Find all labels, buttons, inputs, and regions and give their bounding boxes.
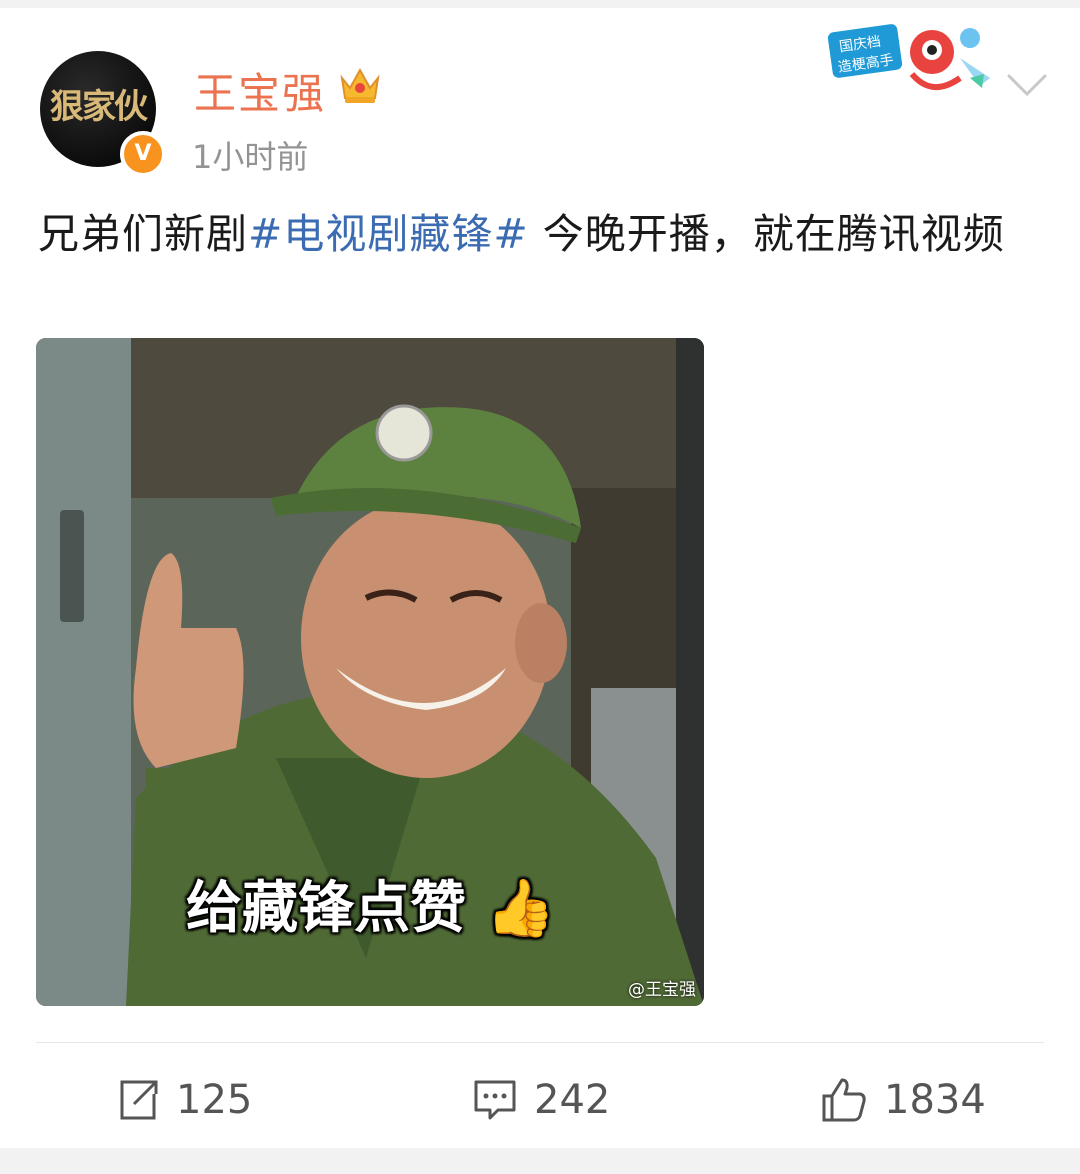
- post-text-lead: 兄弟们新剧: [38, 210, 248, 258]
- national-day-badge-icon: 国庆档 造梗高手: [827, 24, 990, 90]
- avatar[interactable]: 狠家伙 V: [40, 51, 166, 177]
- author-name[interactable]: 王宝强: [194, 60, 326, 121]
- verified-badge-icon: V: [120, 131, 166, 177]
- repost-button[interactable]: 125: [116, 1070, 252, 1130]
- chevron-down-icon[interactable]: [1005, 70, 1049, 100]
- post-text: 兄弟们新剧#电视剧藏锋# 今晚开播，就在腾讯视频: [38, 204, 1048, 264]
- image-watermark: @王宝强: [628, 980, 696, 1000]
- image-caption-text: 给藏锋点赞: [186, 876, 466, 941]
- comment-count: 242: [534, 1077, 611, 1123]
- like-count: 1834: [884, 1077, 986, 1123]
- post-text-tail: 今晚开播，就在腾讯视频: [528, 210, 1005, 258]
- hashtag-link[interactable]: #电视剧藏锋#: [248, 210, 529, 258]
- crown-icon: [340, 67, 380, 103]
- comment-icon: [474, 1080, 516, 1120]
- avatar-logo-text: 狠家伙: [50, 87, 148, 127]
- repost-count: 125: [176, 1077, 253, 1123]
- post-timestamp: 1小时前: [192, 138, 309, 176]
- thumbs-up-icon: [822, 1078, 866, 1122]
- post-image[interactable]: 给藏锋点赞 👍 @王宝强: [36, 338, 704, 1006]
- repost-icon: [120, 1080, 158, 1120]
- action-divider: [36, 1042, 1044, 1043]
- like-button[interactable]: 1834: [820, 1070, 986, 1130]
- comment-button[interactable]: 242: [472, 1070, 610, 1130]
- image-caption: 给藏锋点赞 👍: [186, 876, 556, 941]
- weibo-post-card: 狠家伙 V 王宝强 1小时前 国庆档 造梗高手 兄弟们新剧#电视剧藏锋# 今晚开…: [0, 8, 1080, 1148]
